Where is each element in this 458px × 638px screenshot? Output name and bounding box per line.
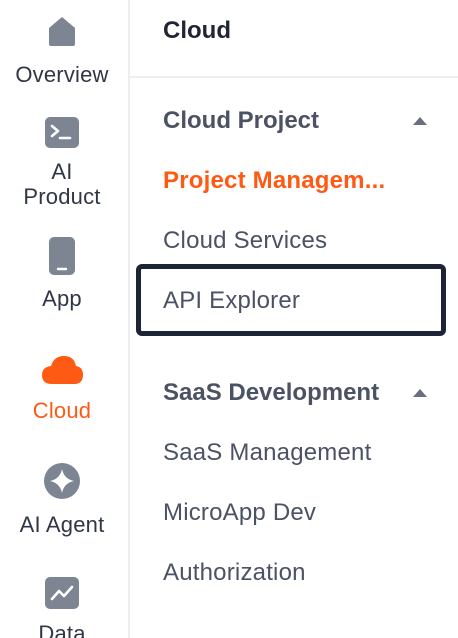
sidebar-item-label: AI Agent — [19, 512, 105, 537]
sidebar-item-label: AI Product — [23, 159, 101, 209]
group-title-saas-development[interactable]: SaaS Development — [163, 379, 379, 407]
sidebar-item-app[interactable]: App — [0, 236, 124, 311]
nav-item-authorization[interactable]: Authorization — [163, 559, 306, 587]
group-title-cloud-project[interactable]: Cloud Project — [163, 107, 319, 135]
sidebar-item-cloud[interactable]: Cloud — [0, 354, 124, 423]
collapse-caret-icon[interactable] — [413, 389, 427, 397]
sidebar-item-label: Overview — [15, 62, 109, 87]
sidebar-item-label: Cloud — [32, 398, 92, 423]
phone-icon — [49, 237, 75, 275]
chart-icon — [45, 577, 79, 609]
sidebar-item-label: Data — [38, 621, 86, 638]
sidebar-item-label: App — [42, 286, 82, 311]
sidebar-item-overview[interactable]: Overview — [0, 12, 124, 87]
panel-title: Cloud — [163, 17, 231, 44]
nav-item-api-explorer[interactable]: API Explorer — [163, 287, 300, 315]
nav-item-microapp-dev[interactable]: MicroApp Dev — [163, 499, 316, 527]
terminal-icon — [45, 117, 79, 148]
cloud-icon — [42, 356, 83, 384]
app-window: Overview AI Product App Cloud AI Agent D… — [0, 0, 458, 638]
collapse-caret-icon[interactable] — [413, 117, 427, 125]
panel-header: Cloud — [130, 0, 458, 78]
sidebar-item-data[interactable]: Data — [0, 576, 124, 638]
primary-sidebar: Overview AI Product App Cloud AI Agent D… — [0, 0, 130, 638]
sidebar-item-ai-product[interactable]: AI Product — [0, 116, 124, 209]
home-icon — [49, 17, 75, 46]
nav-item-project-management[interactable]: Project Managem... — [163, 167, 385, 195]
sidebar-item-ai-agent[interactable]: AI Agent — [0, 462, 124, 537]
nav-item-saas-management[interactable]: SaaS Management — [163, 439, 371, 467]
secondary-nav-panel: Cloud Cloud Project Project Managem... C… — [130, 0, 458, 638]
sparkle-icon — [44, 463, 80, 499]
nav-item-cloud-services[interactable]: Cloud Services — [163, 227, 327, 255]
